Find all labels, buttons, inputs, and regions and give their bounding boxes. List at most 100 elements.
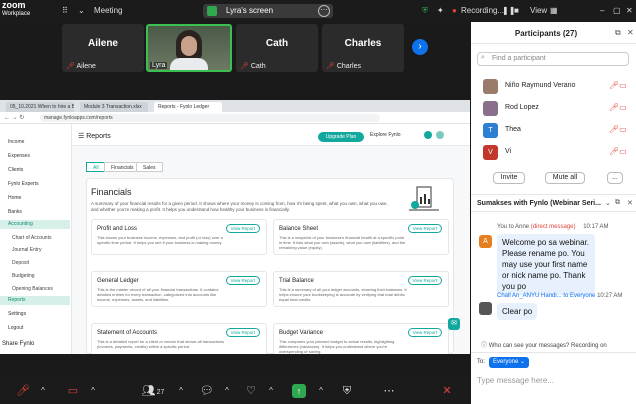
participants-button[interactable]: 👥︎27 (136, 382, 170, 400)
sidebar-item-chart-of-accounts[interactable]: Chart of Accounts (0, 234, 70, 243)
chevron-down-icon[interactable]: ⌄ (78, 6, 85, 15)
view-button[interactable]: View (530, 6, 547, 15)
sidebar-item-reports[interactable]: Reports (0, 296, 70, 305)
sidebar-item-logout[interactable]: Logout (0, 324, 70, 333)
mic-off-icon: 🎤︎ (240, 63, 249, 70)
view-report-button[interactable]: View Report (225, 276, 260, 285)
mute-icon[interactable]: 🎤︎ (12, 382, 34, 400)
view-report-button[interactable]: View Report (407, 276, 442, 285)
sidebar-item-experts[interactable]: Fynlo Experts (0, 180, 70, 189)
share-fynlo-link[interactable]: Share Fynlo (2, 341, 34, 347)
screen-share-pill[interactable]: Lyra's screen ⋯ (203, 4, 333, 18)
participant-row[interactable]: Niño Raymund Verano 🎤︎▭ (471, 76, 636, 96)
view-report-button[interactable]: View Report (225, 224, 260, 233)
explore-link[interactable]: Explore Fynlo (370, 132, 401, 138)
participant-tile[interactable]: Ailene 🎤︎ Ailene (62, 24, 144, 72)
upgrade-button[interactable]: Upgrade Plan (318, 132, 364, 142)
close-icon[interactable]: ✕ (627, 199, 633, 207)
close-icon[interactable]: ✕ (627, 28, 634, 37)
menu-icon[interactable]: ☰ (78, 133, 84, 140)
more-icon[interactable]: ⋯ (378, 382, 400, 400)
report-card[interactable]: General Ledger This is the master record… (91, 271, 267, 307)
recipient-select[interactable]: Everyone ⌄ (489, 357, 530, 368)
chevron-up-icon[interactable]: ^ (310, 382, 332, 400)
url-field[interactable]: manage.fynloapps.com/reports (40, 114, 380, 122)
participant-row[interactable]: Rod Lopez 🎤︎▭ (471, 98, 636, 118)
grid-icon[interactable]: ⠿ (62, 6, 68, 15)
share-screen-icon[interactable]: ↑ (292, 384, 306, 398)
meeting-label[interactable]: Meeting (94, 6, 122, 15)
chat-widget-icon[interactable]: ✉ (448, 318, 460, 330)
report-card[interactable]: Budget Variance This compares your plann… (273, 323, 449, 354)
who-can-see-notice[interactable]: ⓘ Who can see your messages? Recording o… (481, 340, 607, 349)
participant-tile[interactable]: Cath 🎤︎ Cath (236, 24, 318, 72)
shield-icon[interactable]: ⛨ (422, 6, 428, 16)
active-speaker-tile[interactable]: Lyra (146, 24, 232, 72)
view-grid-icon[interactable]: ▦ (550, 6, 558, 15)
participant-search-input[interactable]: Find a participant (477, 52, 629, 66)
next-page-button[interactable]: › (412, 39, 428, 55)
report-card[interactable]: Profit and Loss This shows your business… (91, 219, 267, 255)
minimize-icon[interactable]: – (600, 6, 604, 15)
invite-button[interactable]: Invite (493, 172, 525, 184)
stop-icon[interactable]: ■ (514, 6, 519, 15)
gallery-gap (0, 74, 470, 100)
popout-icon[interactable]: ⧉ (615, 28, 621, 38)
chat-input[interactable]: Type message here... (477, 376, 554, 385)
more-icon[interactable]: ⋯ (318, 5, 330, 17)
chevron-down-icon: ⌄ (520, 359, 526, 365)
avatar[interactable] (436, 131, 444, 139)
leave-icon[interactable]: ✕ (436, 382, 458, 400)
more-button[interactable]: ... (607, 172, 623, 184)
avatar[interactable] (424, 131, 432, 139)
sidebar-item-opening-balances[interactable]: Opening Balances (0, 285, 70, 294)
info-icon: ⓘ (481, 343, 488, 349)
view-report-button[interactable]: View Report (225, 328, 260, 337)
report-card[interactable]: Statement of Accounts This is a detailed… (91, 323, 267, 354)
participant-row[interactable]: T Thea 🎤︎▭ (471, 120, 636, 140)
close-icon[interactable]: ✕ (626, 6, 633, 15)
participant-row[interactable]: V Vi 🎤︎▭ (471, 142, 636, 162)
filter-sales[interactable]: Sales (136, 162, 163, 172)
message-time: 10:27 AM (597, 293, 623, 299)
filter-all[interactable]: All (86, 162, 106, 172)
sidebar-item-journal-entry[interactable]: Journal Entry (0, 246, 70, 255)
chevron-down-icon[interactable]: ⌄ (605, 199, 611, 207)
browser-tab[interactable]: 05_10.2021 When to hire a Bo... (6, 102, 74, 112)
sidebar-item-accounting[interactable]: Accounting (0, 220, 70, 229)
chevron-up-icon[interactable]: ^ (82, 382, 104, 400)
report-card[interactable]: Balance Sheet This is a snapshot of your… (273, 219, 449, 255)
sparkle-icon[interactable]: ✦ (437, 6, 444, 15)
video-off-icon[interactable]: ▭ (62, 382, 84, 400)
sidebar-item-settings[interactable]: Settings (0, 310, 70, 319)
chevron-up-icon[interactable]: ^ (170, 382, 192, 400)
page-title: ☰ Reports (78, 132, 111, 140)
view-report-button[interactable]: View Report (407, 328, 442, 337)
avatar (479, 302, 492, 315)
chevron-up-icon[interactable]: ^ (260, 382, 282, 400)
participant-tile[interactable]: Charles 🎤︎ Charles (322, 24, 404, 72)
sidebar-item-deposit[interactable]: Deposit (0, 259, 70, 268)
popout-icon[interactable]: ⧉ (615, 199, 620, 207)
report-card[interactable]: Trial Balance This is a summary of all y… (273, 271, 449, 307)
mute-all-button[interactable]: Mute all (545, 172, 585, 184)
shared-screen-bottom (0, 354, 470, 378)
logo-text: zoom (2, 0, 26, 10)
mic-off-icon: 🎤︎ (326, 63, 335, 70)
react-icon[interactable]: ♡ (240, 382, 262, 400)
sidebar-item-clients[interactable]: Clients (0, 166, 70, 175)
sidebar-item-banks[interactable]: Banks (0, 208, 70, 217)
sidebar-item-home[interactable]: Home (0, 194, 70, 203)
browser-tab-active[interactable]: Reports - Fynlo Ledger (154, 102, 222, 112)
sidebar-item-income[interactable]: Income (0, 138, 70, 147)
chevron-up-icon[interactable]: ^ (216, 382, 238, 400)
security-icon[interactable]: ⛨ (336, 382, 358, 400)
maximize-icon[interactable]: ▢ (613, 6, 621, 15)
chat-icon[interactable]: 💬︎ (196, 382, 218, 400)
view-report-button[interactable]: View Report (407, 224, 442, 233)
nav-arrows-icon[interactable]: ← → ↻ (4, 114, 24, 121)
sidebar-item-expenses[interactable]: Expenses (0, 152, 70, 161)
sidebar-item-budgeting[interactable]: Budgeting (0, 272, 70, 281)
browser-tab[interactable]: Module 3 Transaction.xlsx (80, 102, 148, 112)
chevron-up-icon[interactable]: ^ (32, 382, 54, 400)
